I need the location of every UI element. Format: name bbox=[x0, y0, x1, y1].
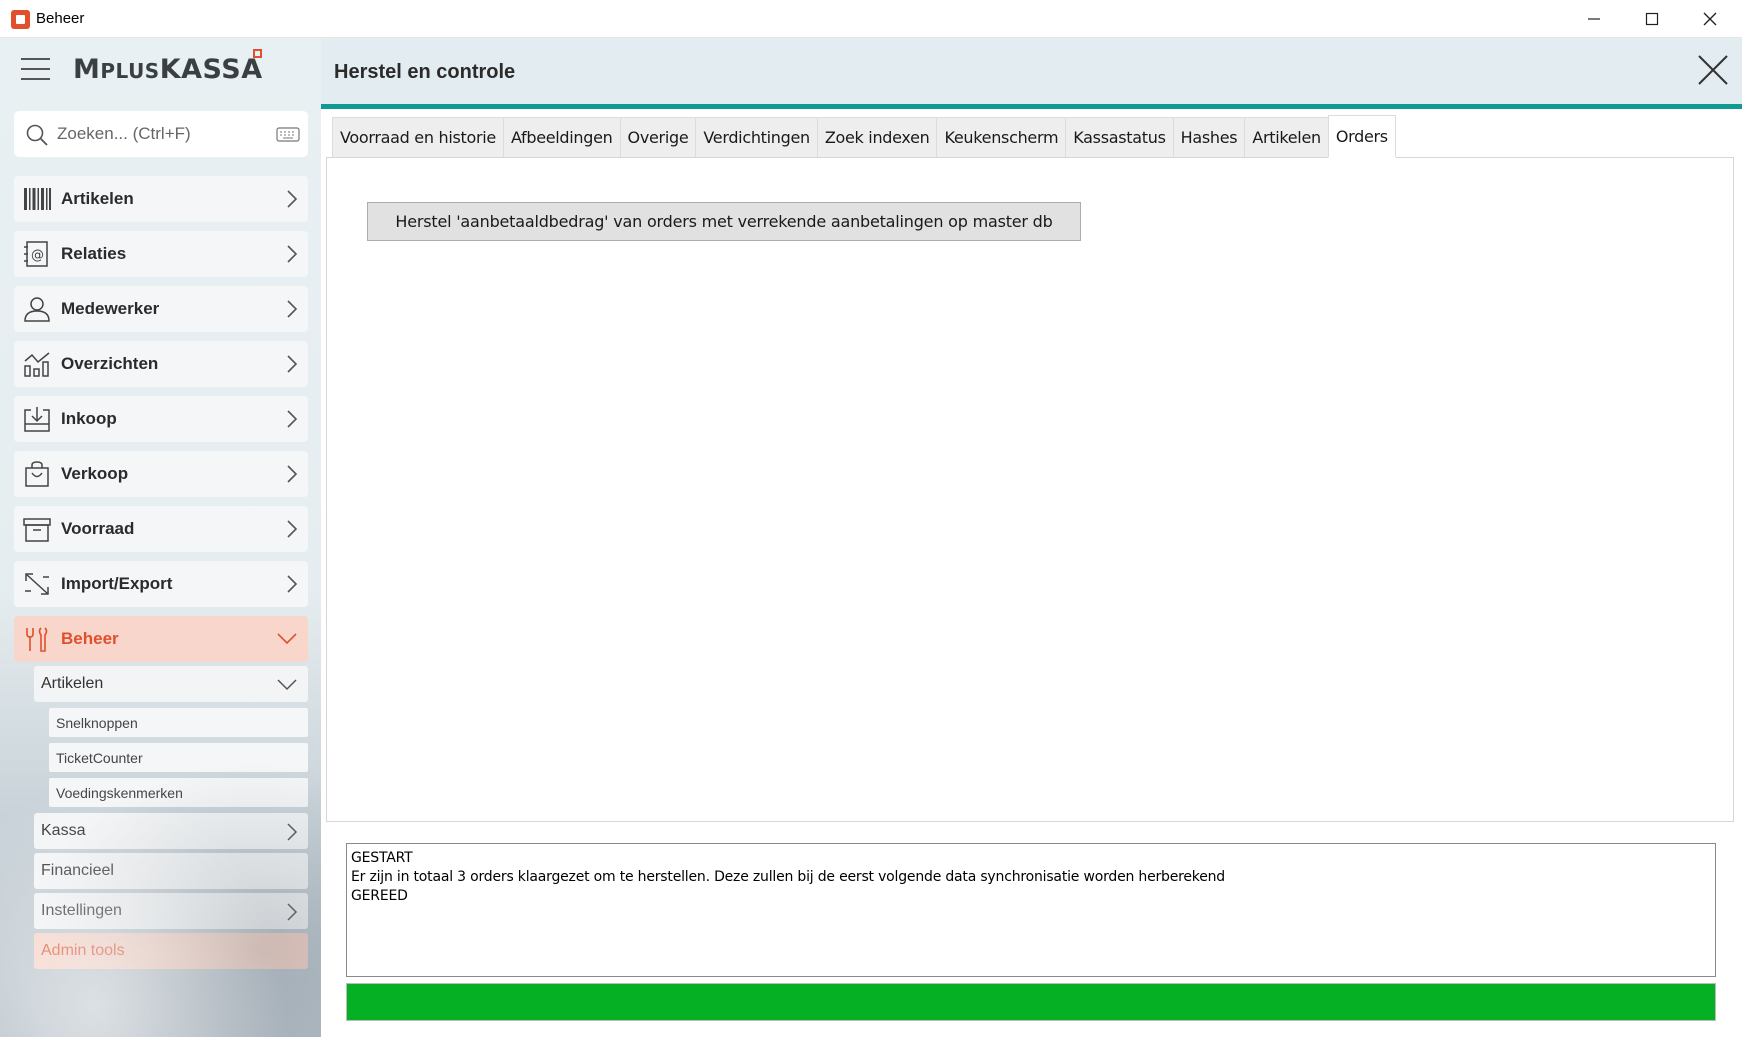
sidebar-leaf-snelknoppen[interactable]: Snelknoppen bbox=[49, 708, 308, 737]
archive-box-icon bbox=[23, 518, 51, 542]
chevron-right-icon bbox=[287, 245, 298, 263]
sidebar-leaf-label: Snelknoppen bbox=[56, 715, 138, 731]
sidebar-leaf-label: TicketCounter bbox=[56, 750, 143, 766]
tools-icon bbox=[26, 627, 48, 652]
sidebar-sub-admin-tools[interactable]: Admin tools bbox=[34, 933, 308, 969]
log-output[interactable]: GESTART Er zijn in totaal 3 orders klaar… bbox=[346, 843, 1716, 977]
sidebar-item-import-export[interactable]: Import/Export bbox=[14, 561, 308, 607]
close-icon[interactable] bbox=[1696, 53, 1730, 87]
chevron-right-icon bbox=[287, 300, 298, 318]
sidebar-sub-label: Artikelen bbox=[41, 675, 104, 692]
header-accent-line bbox=[321, 104, 1742, 109]
chevron-right-icon bbox=[287, 465, 298, 483]
tab-panel bbox=[326, 157, 1734, 822]
sidebar-item-relaties[interactable]: @ Relaties bbox=[14, 231, 308, 277]
search-icon bbox=[26, 124, 48, 146]
tab-voorraad-en-historie[interactable]: Voorraad en historie bbox=[332, 117, 503, 158]
search-input[interactable] bbox=[57, 119, 257, 149]
app-icon bbox=[11, 10, 30, 29]
sidebar-item-label: Relaties bbox=[61, 244, 127, 263]
sidebar-item-label: Verkoop bbox=[61, 464, 129, 483]
chevron-right-icon bbox=[287, 823, 298, 841]
tab-bar: Voorraad en historie Afbeeldingen Overig… bbox=[332, 115, 1396, 158]
sidebar-sub-label: Instellingen bbox=[41, 902, 122, 919]
sidebar-item-label: Import/Export bbox=[61, 574, 173, 593]
close-icon bbox=[1703, 12, 1717, 26]
sidebar-item-label: Inkoop bbox=[61, 409, 117, 428]
search-box[interactable] bbox=[14, 111, 308, 157]
inbox-download-icon bbox=[24, 407, 50, 432]
log-line: GEREED bbox=[351, 888, 408, 904]
tab-verdichtingen[interactable]: Verdichtingen bbox=[695, 117, 817, 158]
tab-keukenscherm[interactable]: Keukenscherm bbox=[936, 117, 1066, 158]
progress-bar bbox=[346, 983, 1716, 1021]
sidebar-sub-kassa[interactable]: Kassa bbox=[34, 813, 308, 849]
sidebar-item-label: Overzichten bbox=[61, 354, 159, 373]
chevron-right-icon bbox=[287, 410, 298, 428]
sidebar-sub-instellingen[interactable]: Instellingen bbox=[34, 893, 308, 929]
main-header: Herstel en controle bbox=[321, 38, 1742, 104]
window-close-button[interactable] bbox=[1681, 0, 1739, 38]
sidebar-item-medewerker[interactable]: Medewerker bbox=[14, 286, 308, 332]
tab-artikelen[interactable]: Artikelen bbox=[1244, 117, 1328, 158]
bar-chart-icon bbox=[24, 352, 50, 377]
sidebar: MPLUSKASSA Artikelen @ Relaties Medewerk… bbox=[0, 38, 321, 1037]
tab-afbeeldingen[interactable]: Afbeeldingen bbox=[502, 117, 620, 158]
person-icon bbox=[24, 297, 50, 322]
sidebar-leaf-voedingskenmerken[interactable]: Voedingskenmerken bbox=[49, 778, 308, 807]
maximize-button[interactable] bbox=[1623, 0, 1681, 38]
sidebar-sub-financieel[interactable]: Financieel bbox=[34, 853, 308, 889]
tab-zoek-indexen[interactable]: Zoek indexen bbox=[816, 117, 937, 158]
shopping-bag-icon bbox=[25, 461, 49, 487]
sidebar-item-overzichten[interactable]: Overzichten bbox=[14, 341, 308, 387]
sidebar-item-beheer[interactable]: Beheer bbox=[14, 616, 308, 662]
page-title: Herstel en controle bbox=[334, 61, 516, 83]
sidebar-leaf-label: Voedingskenmerken bbox=[56, 785, 183, 801]
sidebar-item-label: Beheer bbox=[61, 629, 119, 648]
keyboard-icon[interactable] bbox=[276, 126, 300, 142]
logo: MPLUSKASSA bbox=[73, 54, 263, 85]
chevron-down-icon bbox=[277, 679, 297, 691]
svg-text:@: @ bbox=[31, 248, 44, 263]
contacts-icon: @ bbox=[24, 241, 48, 267]
herstel-aanbetaaldbedrag-button[interactable]: Herstel 'aanbetaaldbedrag' van orders me… bbox=[367, 202, 1081, 241]
sidebar-sub-label: Financieel bbox=[41, 862, 114, 879]
tab-kassastatus[interactable]: Kassastatus bbox=[1065, 117, 1173, 158]
sidebar-item-artikelen[interactable]: Artikelen bbox=[14, 176, 308, 222]
chevron-right-icon bbox=[287, 903, 298, 921]
progress-fill bbox=[347, 984, 1715, 1020]
logo-mark-icon bbox=[253, 49, 262, 58]
tab-overige[interactable]: Overige bbox=[619, 117, 696, 158]
sidebar-item-label: Artikelen bbox=[61, 189, 134, 208]
tab-orders[interactable]: Orders bbox=[1327, 115, 1396, 158]
barcode-icon bbox=[24, 188, 51, 210]
sidebar-item-voorraad[interactable]: Voorraad bbox=[14, 506, 308, 552]
hamburger-menu-icon[interactable] bbox=[21, 58, 50, 80]
minimize-button[interactable] bbox=[1565, 0, 1623, 38]
sidebar-sub-label: Kassa bbox=[41, 822, 86, 839]
sidebar-sub-artikelen[interactable]: Artikelen bbox=[34, 666, 308, 702]
chevron-right-icon bbox=[287, 190, 298, 208]
window-title: Beheer bbox=[36, 10, 85, 27]
chevron-right-icon bbox=[287, 355, 298, 373]
tab-hashes[interactable]: Hashes bbox=[1172, 117, 1245, 158]
sidebar-leaf-ticketcounter[interactable]: TicketCounter bbox=[49, 743, 308, 772]
log-line: Er zijn in totaal 3 orders klaargezet om… bbox=[351, 869, 1225, 885]
log-line: GESTART bbox=[351, 850, 413, 866]
maximize-icon bbox=[1645, 12, 1659, 26]
import-export-icon bbox=[25, 573, 49, 595]
chevron-right-icon bbox=[287, 575, 298, 593]
chevron-right-icon bbox=[287, 520, 298, 538]
window-titlebar: Beheer bbox=[0, 0, 1742, 38]
sidebar-item-label: Medewerker bbox=[61, 299, 160, 318]
sidebar-item-verkoop[interactable]: Verkoop bbox=[14, 451, 308, 497]
minimize-icon bbox=[1588, 18, 1600, 20]
sidebar-item-inkoop[interactable]: Inkoop bbox=[14, 396, 308, 442]
chevron-down-icon bbox=[277, 633, 297, 645]
sidebar-sub-label: Admin tools bbox=[41, 942, 125, 959]
sidebar-item-label: Voorraad bbox=[61, 519, 135, 538]
